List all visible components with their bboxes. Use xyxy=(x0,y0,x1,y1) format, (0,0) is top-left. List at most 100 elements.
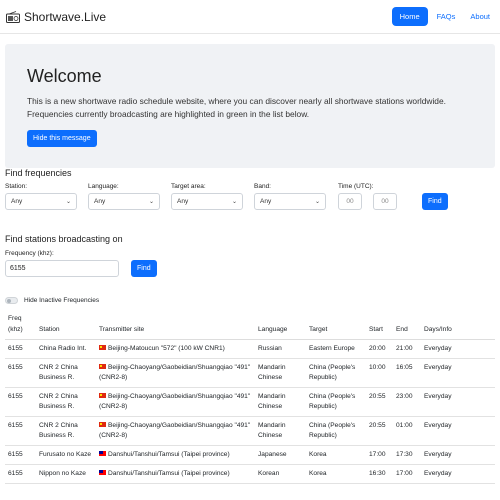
cell-start: 10:00 xyxy=(366,358,393,388)
radio-icon xyxy=(6,10,20,23)
nav-links: Home FAQs About xyxy=(391,7,496,26)
table-row: 6155 CNR 2 China Business R. Beijing-Chaoy… xyxy=(5,387,495,417)
cell-station: Furusato no Kaze xyxy=(36,445,96,465)
cell-end: 01:00 xyxy=(393,416,421,446)
cell-language: Mandarin Chinese xyxy=(255,358,306,388)
nav-home[interactable]: Home xyxy=(391,7,428,26)
time-from-input[interactable]: 00 xyxy=(338,193,362,210)
cell-target: Eastern Europe xyxy=(306,339,366,359)
target-area-select[interactable]: Any ⌄ xyxy=(171,193,243,210)
brand[interactable]: Shortwave.Live xyxy=(6,10,106,24)
cell-days: Everyday xyxy=(421,445,495,465)
language-select[interactable]: Any ⌄ xyxy=(88,193,160,210)
frequency-label: Frequency (khz): xyxy=(5,250,54,257)
hide-message-button[interactable]: Hide this message xyxy=(27,130,97,147)
cell-end: 17:00 xyxy=(393,464,421,484)
cell-freq: 6155 xyxy=(5,445,36,465)
chevron-down-icon: ⌄ xyxy=(231,199,237,205)
taiwan-flag-icon xyxy=(99,451,106,456)
header-days: Days/Info xyxy=(421,311,495,340)
welcome-text: This is a new shortwave radio schedule w… xyxy=(27,96,446,119)
language-label: Language: xyxy=(88,183,119,190)
cell-transmitter-site: Beijing-Chaoyang/Gaobeidian/Shuangqiao "… xyxy=(96,358,255,388)
table-row: 6155 Furusato no Kaze Danshui/Tanshui/Tams… xyxy=(5,445,495,465)
header-end: End xyxy=(393,311,421,340)
cell-start: 20:55 xyxy=(366,387,393,417)
transmitter-site-text: Beijing-Chaoyang/Gaobeidian/Shuangqiao "… xyxy=(99,393,251,410)
find-frequencies-button[interactable]: Find xyxy=(422,193,448,210)
cell-end: 17:30 xyxy=(393,445,421,465)
cell-transmitter-site: Beijing-Matoucun "572" (100 kW CNR1) xyxy=(96,339,255,359)
china-flag-icon xyxy=(99,364,106,369)
cell-days: Everyday xyxy=(421,416,495,446)
cell-days: Everyday xyxy=(421,358,495,388)
nav-faqs[interactable]: FAQs xyxy=(431,7,462,26)
chevron-down-icon: ⌄ xyxy=(314,199,320,205)
find-frequencies-title: Find frequencies xyxy=(5,168,72,178)
language-select-value: Any xyxy=(94,198,106,205)
transmitter-site-text: Danshui/Tanshui/Tamsui (Taipei province) xyxy=(108,470,230,477)
cell-transmitter-site: Beijing-Chaoyang/Gaobeidian/Shuangqiao "… xyxy=(96,387,255,417)
station-select-value: Any xyxy=(11,198,23,205)
cell-station: Nippon no Kaze xyxy=(36,464,96,484)
table-row: 6155 CNR 2 China Business R. Beijing-Chaoy… xyxy=(5,358,495,388)
cell-freq: 6155 xyxy=(5,387,36,417)
cell-language: Japanese xyxy=(255,445,306,465)
time-label: Time (UTC): xyxy=(338,183,374,190)
cell-days: Everyday xyxy=(421,387,495,417)
china-flag-icon xyxy=(99,393,106,398)
transmitter-site-text: Beijing-Matoucun "572" (100 kW CNR1) xyxy=(108,345,225,352)
hide-inactive-toggle[interactable] xyxy=(5,297,18,304)
welcome-title: Welcome xyxy=(27,66,102,86)
navbar: Shortwave.Live Home FAQs About xyxy=(0,0,500,34)
target-area-select-value: Any xyxy=(177,198,189,205)
cell-language: Russian xyxy=(255,339,306,359)
header-transmitter-site: Transmitter site xyxy=(96,311,255,340)
nav-about[interactable]: About xyxy=(464,7,496,26)
cell-start: 16:30 xyxy=(366,464,393,484)
cell-station: CNR 2 China Business R. xyxy=(36,416,96,446)
header-language: Language xyxy=(255,311,306,340)
cell-language: Korean xyxy=(255,464,306,484)
cell-target: China (People's Republic) xyxy=(306,416,366,446)
cell-target: Korea xyxy=(306,464,366,484)
station-select[interactable]: Any ⌄ xyxy=(5,193,77,210)
transmitter-site-text: Beijing-Chaoyang/Gaobeidian/Shuangqiao "… xyxy=(99,364,251,381)
table-row: 6155 China Radio Int. Beijing-Matoucun "57… xyxy=(5,339,495,359)
cell-language: Mandarin Chinese xyxy=(255,387,306,417)
transmitter-site-text: Danshui/Tanshui/Tamsui (Taipei province) xyxy=(108,451,230,458)
brand-name: Shortwave.Live xyxy=(24,9,107,24)
target-area-label: Target area: xyxy=(171,183,206,190)
cell-days: Everyday xyxy=(421,464,495,484)
cell-target: China (People's Republic) xyxy=(306,358,366,388)
cell-start: 20:00 xyxy=(366,339,393,359)
cell-start: 20:55 xyxy=(366,416,393,446)
cell-start: 17:00 xyxy=(366,445,393,465)
welcome-panel: Welcome This is a new shortwave radio sc… xyxy=(5,44,495,168)
cell-freq: 6155 xyxy=(5,358,36,388)
cell-end: 23:00 xyxy=(393,387,421,417)
cell-freq: 6155 xyxy=(5,416,36,446)
frequency-input[interactable]: 6155 xyxy=(5,260,119,277)
cell-freq: 6155 xyxy=(5,339,36,359)
time-to-input[interactable]: 00 xyxy=(373,193,397,210)
header-freq: Freq (khz) xyxy=(5,311,36,340)
frequency-table: Freq (khz) Station Transmitter site Lang… xyxy=(5,311,495,484)
cell-transmitter-site: Danshui/Tanshui/Tamsui (Taipei province) xyxy=(96,445,255,465)
cell-target: China (People's Republic) xyxy=(306,387,366,417)
cell-transmitter-site: Danshui/Tanshui/Tamsui (Taipei province) xyxy=(96,464,255,484)
header-start: Start xyxy=(366,311,393,340)
table-header-row: Freq (khz) Station Transmitter site Lang… xyxy=(5,311,495,340)
find-stations-button[interactable]: Find xyxy=(131,260,157,277)
header-station: Station xyxy=(36,311,96,340)
cell-target: Korea xyxy=(306,445,366,465)
cell-freq: 6155 xyxy=(5,464,36,484)
transmitter-site-text: Beijing-Chaoyang/Gaobeidian/Shuangqiao "… xyxy=(99,422,251,439)
china-flag-icon xyxy=(99,345,106,350)
cell-days: Everyday xyxy=(421,339,495,359)
band-select[interactable]: Any ⌄ xyxy=(254,193,326,210)
cell-transmitter-site: Beijing-Chaoyang/Gaobeidian/Shuangqiao "… xyxy=(96,416,255,446)
taiwan-flag-icon xyxy=(99,470,106,475)
table-row: 6155 Nippon no Kaze Danshui/Tanshui/Tamsui… xyxy=(5,464,495,484)
cell-station: China Radio Int. xyxy=(36,339,96,359)
